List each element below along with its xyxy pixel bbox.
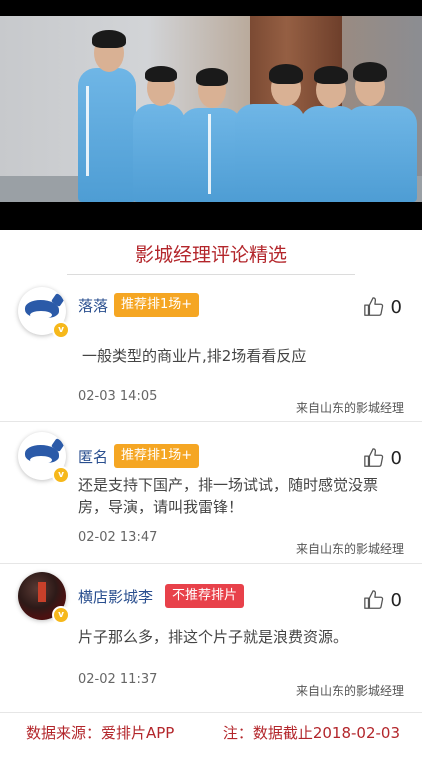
comment-text: 片子那么多，排这个片子就是浪费资源。 [78, 628, 349, 646]
timestamp: 02-02 13:47 [78, 530, 158, 545]
comment-item: v 横店影城李 不推荐排片 0 片子那么多，排这个片子就是浪费资源。 02-02… [0, 564, 422, 713]
like-button[interactable]: 0 [363, 446, 402, 470]
data-source-text: 数据来源：爱排片APP [26, 724, 175, 742]
movie-still [0, 0, 422, 230]
timestamp: 02-03 14:05 [78, 389, 158, 404]
timestamp: 02-02 11:37 [78, 672, 158, 687]
username[interactable]: 落落 [78, 295, 108, 317]
comment-text: 还是支持下国产，排一场试试，随时感觉没票房，导演，请叫我雷锋！ [78, 476, 379, 516]
comment-text: 一般类型的商业片,排2场看看反应 [82, 347, 307, 365]
comment-item: v 匿名 推荐排1场+ 0 还是支持下国产，排一场试试，随时感觉没票房，导演，请… [0, 422, 422, 564]
recommendation-tag: 推荐排1场+ [114, 293, 200, 317]
comment-item: v 落落 推荐排1场+ 0 一般类型的商业片,排2场看看反应 02-03 14:… [0, 275, 422, 422]
username[interactable]: 匿名 [78, 446, 108, 468]
letterbox-top [0, 0, 422, 16]
like-count: 0 [390, 296, 402, 318]
like-button[interactable]: 0 [363, 295, 402, 319]
data-cutoff-note: 注：数据截止2018-02-03 [222, 724, 400, 742]
verified-badge-icon: v [52, 321, 70, 339]
recommendation-tag: 不推荐排片 [165, 584, 245, 608]
verified-badge-icon: v [52, 606, 70, 624]
movie-scene [0, 16, 422, 202]
source-label: 来自山东的影城经理 [295, 684, 404, 698]
section-title: 影城经理评论精选 [134, 244, 287, 266]
username[interactable]: 横店影城李 [78, 586, 153, 608]
recommendation-tag: 推荐排1场+ [114, 444, 200, 468]
thumbs-up-icon [363, 590, 383, 609]
verified-badge-icon: v [52, 466, 70, 484]
letterbox-bottom [0, 202, 422, 230]
thumbs-up-icon [363, 297, 383, 316]
like-button[interactable]: 0 [363, 588, 402, 612]
footer: 数据来源：爱排片APP 注：数据截止2018-02-03 [0, 718, 422, 748]
source-label: 来自山东的影城经理 [295, 401, 404, 415]
source-label: 来自山东的影城经理 [295, 542, 404, 556]
like-count: 0 [390, 589, 402, 611]
like-count: 0 [390, 447, 402, 469]
thumbs-up-icon [363, 448, 383, 467]
